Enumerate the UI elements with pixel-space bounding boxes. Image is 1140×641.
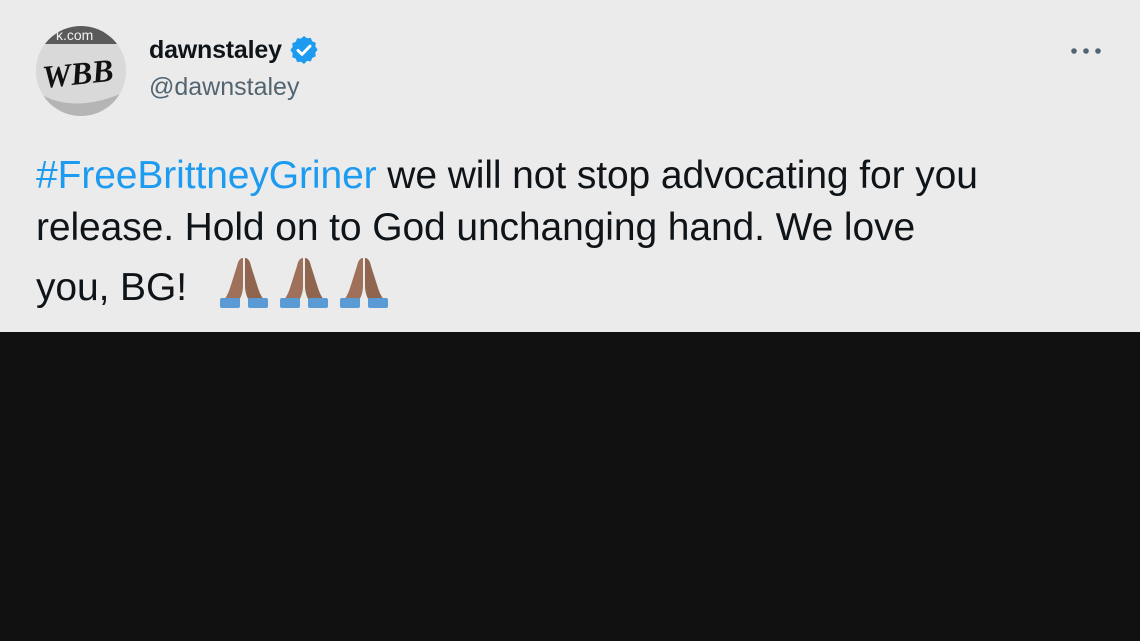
author-handle[interactable]: @dawnstaley [149,73,299,102]
avatar[interactable]: k.com WBB [36,26,126,116]
emoji-row [216,254,392,310]
more-options-icon[interactable] [1068,38,1104,64]
tweet-card: k.com WBB dawnstaley @dawnstaley #FreeBr… [0,0,1140,332]
tweet-line-1: #FreeBrittneyGriner we will not stop adv… [36,150,1116,202]
tweet-line-1-text: we will not stop advocating for you [376,154,978,197]
folded-hands-icon [216,254,272,310]
folded-hands-icon [336,254,392,310]
author-display-name[interactable]: dawnstaley [149,36,282,65]
tweet-line-3: you, BG! [36,254,1116,314]
hashtag-link[interactable]: #FreeBrittneyGriner [36,154,377,197]
svg-text:k.com: k.com [56,27,93,43]
wbb-logo-icon: k.com WBB [36,26,126,116]
tweet-text: #FreeBrittneyGriner we will not stop adv… [36,150,1116,314]
folded-hands-icon [276,254,332,310]
svg-text:WBB: WBB [41,52,116,95]
tweet-line-2: release. Hold on to God unchanging hand.… [36,206,916,249]
blank-lower-panel [0,332,1140,641]
author-name-row: dawnstaley [149,34,320,66]
tweet-line-3-text: you, BG! [36,266,187,309]
verified-badge-icon [288,34,320,66]
